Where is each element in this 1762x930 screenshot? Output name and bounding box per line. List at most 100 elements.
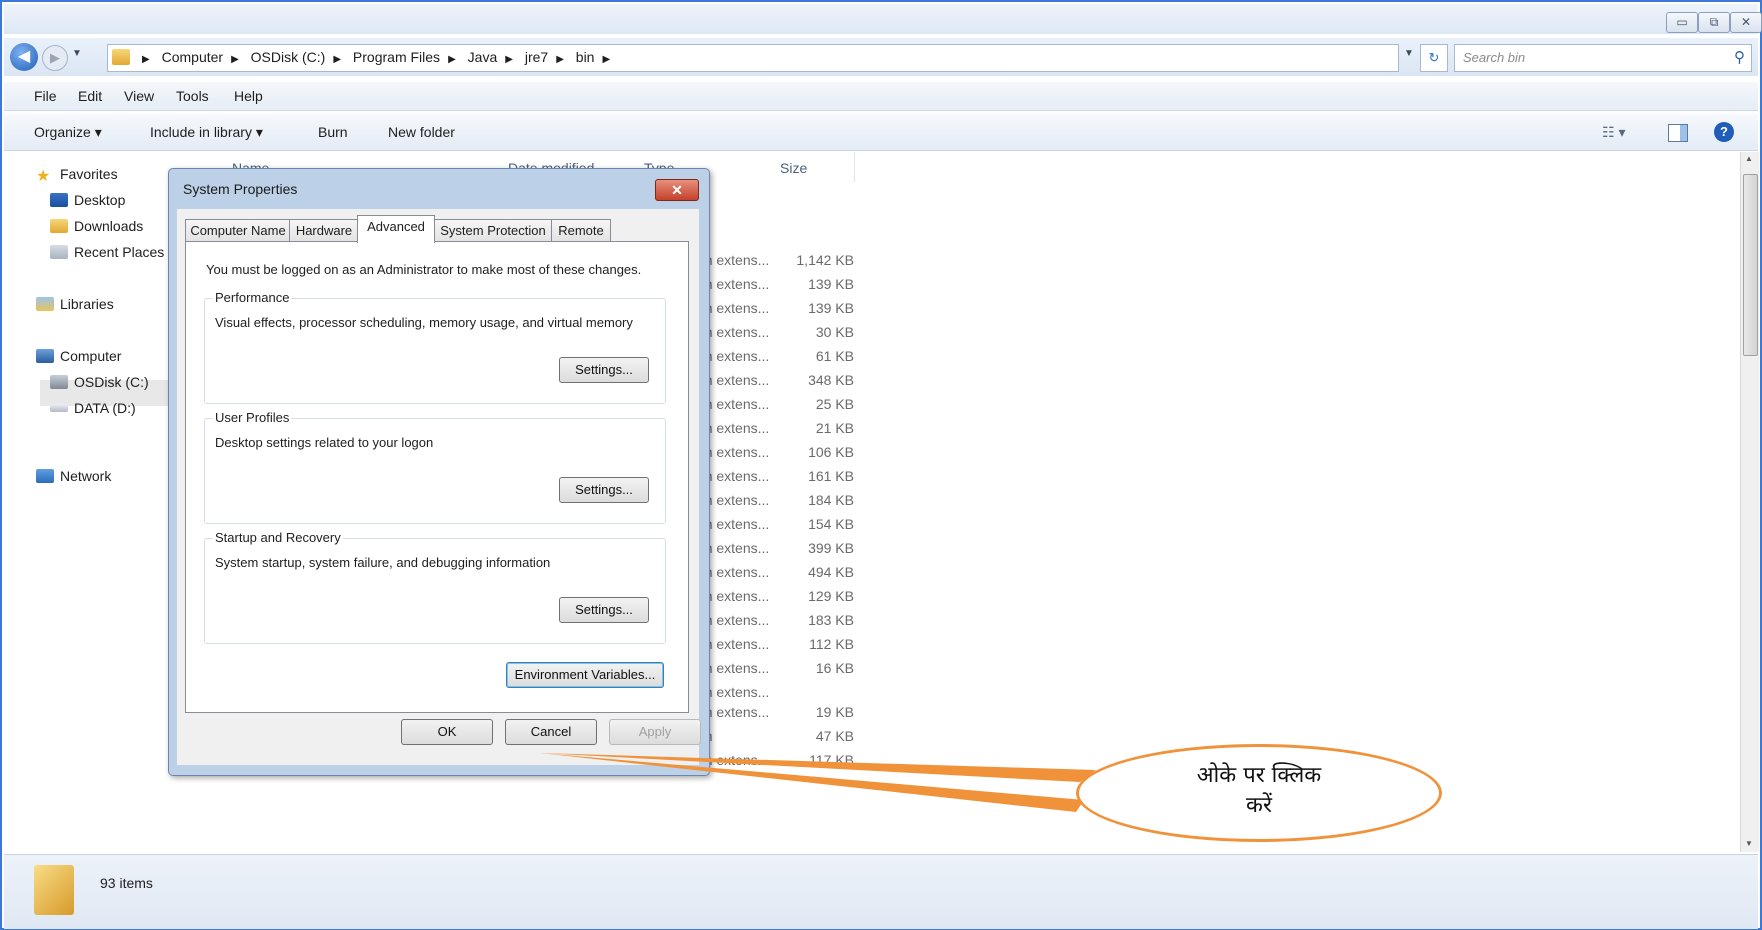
tab-remote[interactable]: Remote [551, 219, 611, 242]
close-window-button[interactable]: ✕ [1730, 12, 1762, 33]
crumb-bin[interactable]: bin [576, 49, 595, 65]
file-size: 61 KB [815, 348, 854, 364]
advanced-tab-panel: You must be logged on as an Administrato… [185, 241, 689, 713]
forward-arrow-icon: ▶ [50, 50, 60, 65]
nav-recent-label: Recent Places [74, 244, 165, 260]
chevron-right-icon[interactable]: ▶ [448, 54, 456, 65]
scroll-thumb[interactable] [1743, 174, 1758, 356]
file-size: 399 KB [808, 540, 854, 556]
chevron-right-icon[interactable]: ▶ [333, 54, 341, 65]
title-bar: ▭ ⧉ ✕ [4, 4, 1762, 34]
nav-libraries[interactable]: Libraries [36, 296, 114, 312]
chevron-right-icon[interactable]: ▶ [231, 54, 239, 65]
user-profiles-group: User Profiles Desktop settings related t… [204, 410, 666, 524]
dialog-close-button[interactable]: ✕ [655, 179, 699, 201]
nav-osdisk[interactable]: OSDisk (C:) [50, 374, 149, 390]
preview-pane-icon[interactable] [1668, 124, 1688, 142]
crumb-java[interactable]: Java [468, 49, 498, 65]
star-icon: ★ [36, 168, 51, 185]
nav-libraries-label: Libraries [60, 296, 114, 312]
folder-large-icon [34, 865, 74, 915]
drive-icon [50, 375, 68, 389]
vertical-scrollbar[interactable]: ▲ ▼ [1740, 152, 1759, 852]
tab-advanced[interactable]: Advanced [357, 215, 435, 243]
file-size: 106 KB [808, 444, 854, 460]
environment-variables-button[interactable]: Environment Variables... [506, 662, 664, 688]
file-size: 16 KB [815, 660, 854, 676]
apply-button[interactable]: Apply [609, 719, 701, 745]
burn-button[interactable]: Burn [318, 124, 348, 140]
recent-pages-dropdown[interactable]: ▼ [72, 48, 82, 59]
dialog-body: Computer Name Hardware Advanced System P… [177, 209, 701, 765]
search-icon[interactable]: ⚲ [1734, 48, 1745, 66]
chevron-right-icon[interactable]: ▶ [602, 54, 610, 65]
include-in-library-button[interactable]: Include in library ▾ [150, 124, 263, 141]
menu-tools[interactable]: Tools [176, 88, 209, 104]
callout-line-1: ओके पर क्लिक [1196, 763, 1322, 788]
menu-bar: File Edit View Tools Help [4, 82, 1758, 111]
back-arrow-icon: ◀ [17, 48, 31, 65]
callout-text: ओके पर क्लिक करें [1079, 761, 1439, 821]
menu-edit[interactable]: Edit [78, 88, 102, 104]
crumb-program-files[interactable]: Program Files [353, 49, 440, 65]
nav-recent-places[interactable]: Recent Places [50, 244, 164, 260]
file-size: 348 KB [808, 372, 854, 388]
back-button[interactable]: ◀ [10, 43, 38, 71]
scroll-down-icon[interactable]: ▼ [1745, 839, 1753, 848]
user-profiles-settings-button[interactable]: Settings... [559, 477, 649, 503]
view-options-icon[interactable]: ☷ ▾ [1602, 124, 1625, 141]
nav-desktop[interactable]: Desktop [50, 192, 125, 208]
recent-places-icon [50, 245, 68, 259]
nav-data-drive[interactable]: DATA (D:) [50, 400, 136, 416]
file-size: 129 KB [808, 588, 854, 604]
crumb-jre7[interactable]: jre7 [525, 49, 548, 65]
file-size: 117 KB [809, 752, 854, 768]
file-size: 494 KB [808, 564, 854, 580]
computer-icon [36, 349, 54, 363]
file-size: 139 KB [808, 300, 854, 316]
minimize-button[interactable]: ▭ [1666, 12, 1698, 33]
status-bar: 93 items [4, 854, 1758, 929]
maximize-button[interactable]: ⧉ [1698, 12, 1730, 33]
file-size: 154 KB [808, 516, 854, 532]
network-icon [36, 469, 54, 483]
startup-recovery-settings-button[interactable]: Settings... [559, 597, 649, 623]
nav-computer-label: Computer [60, 348, 122, 364]
nav-network[interactable]: Network [36, 468, 111, 484]
performance-settings-button[interactable]: Settings... [559, 357, 649, 383]
crumb-osdisk[interactable]: OSDisk (C:) [251, 49, 326, 65]
ok-button[interactable]: OK [401, 719, 493, 745]
chevron-right-icon[interactable]: ▶ [505, 54, 513, 65]
dialog-title: System Properties [183, 181, 298, 197]
tab-computer-name[interactable]: Computer Name [185, 219, 291, 242]
performance-label: Performance [213, 290, 292, 305]
new-folder-button[interactable]: New folder [388, 124, 455, 140]
help-icon[interactable]: ? [1714, 122, 1734, 142]
menu-file[interactable]: File [34, 88, 57, 104]
search-input[interactable]: Search bin ⚲ [1454, 44, 1752, 72]
item-count: 93 items [100, 875, 153, 891]
menu-view[interactable]: View [124, 88, 154, 104]
cancel-button[interactable]: Cancel [505, 719, 597, 745]
callout-line-2: करें [1246, 793, 1272, 818]
scroll-up-icon[interactable]: ▲ [1745, 154, 1753, 163]
tab-system-protection[interactable]: System Protection [433, 219, 553, 242]
startup-recovery-desc: System startup, system failure, and debu… [215, 555, 551, 570]
nav-downloads[interactable]: Downloads [50, 218, 143, 234]
chevron-right-icon: ▶ [142, 54, 150, 65]
tab-hardware[interactable]: Hardware [289, 219, 359, 242]
menu-help[interactable]: Help [234, 88, 263, 104]
folder-icon [112, 49, 130, 65]
crumb-computer[interactable]: Computer [162, 49, 223, 65]
file-size: 25 KB [815, 396, 854, 412]
forward-button[interactable]: ▶ [42, 45, 68, 71]
organize-button[interactable]: Organize ▾ [34, 124, 102, 141]
nav-computer[interactable]: Computer [36, 348, 121, 364]
column-size-header[interactable]: Size [780, 160, 807, 176]
address-bar[interactable]: ▶ Computer ▶ OSDisk (C:) ▶ Program Files ▶ … [107, 44, 1399, 72]
refresh-button[interactable]: ↻ [1420, 44, 1448, 72]
nav-favorites[interactable]: ★ Favorites [36, 166, 118, 185]
chevron-right-icon[interactable]: ▶ [556, 54, 564, 65]
address-dropdown[interactable]: ▼ [1404, 48, 1414, 59]
instruction-callout: ओके पर क्लिक करें [1076, 744, 1442, 842]
